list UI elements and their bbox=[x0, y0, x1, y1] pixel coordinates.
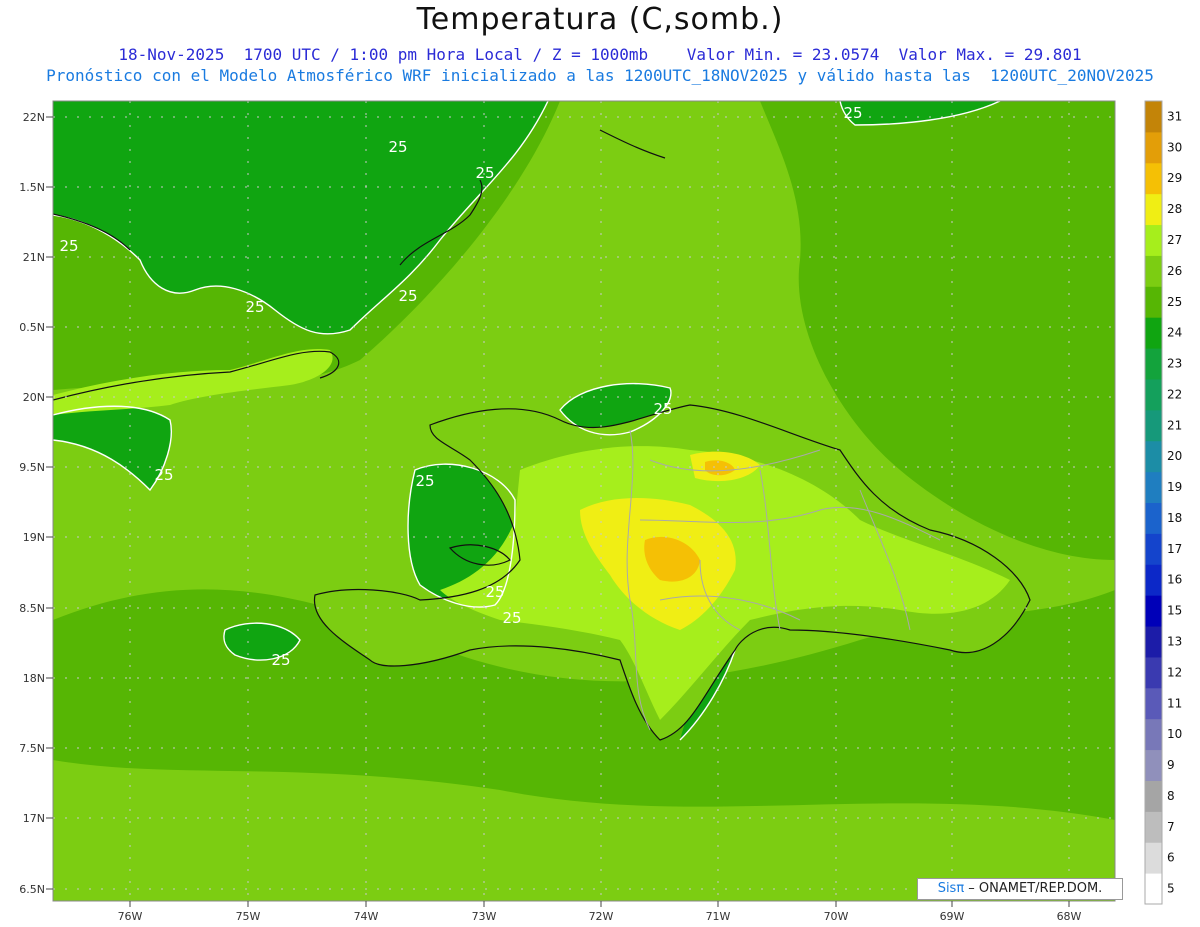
color-scale-label: 10 bbox=[1167, 727, 1182, 741]
color-scale-label: 27 bbox=[1167, 233, 1182, 247]
color-scale-swatch bbox=[1145, 811, 1162, 843]
color-scale-swatch bbox=[1145, 656, 1162, 689]
color-scale-label: 17 bbox=[1167, 542, 1182, 556]
color-scale-swatch bbox=[1145, 780, 1162, 812]
lat-tick-label: 20N bbox=[23, 391, 45, 404]
lon-tick-label: 71W bbox=[706, 910, 731, 923]
lon-tick-label: 74W bbox=[354, 910, 379, 923]
lat-tick-label: 17N bbox=[23, 812, 45, 825]
lat-tick-label: 9.5N bbox=[19, 461, 45, 474]
contour-label: 25 bbox=[59, 237, 78, 255]
color-scale-label: 5 bbox=[1167, 882, 1175, 896]
contour-label: 25 bbox=[271, 651, 290, 669]
contour-label: 25 bbox=[388, 138, 407, 156]
color-scale-label: 9 bbox=[1167, 758, 1175, 772]
lon-tick-label: 68W bbox=[1057, 910, 1082, 923]
contour-label: 25 bbox=[415, 472, 434, 490]
color-scale-label: 26 bbox=[1167, 264, 1182, 278]
color-scale-label: 25 bbox=[1167, 295, 1182, 309]
color-scale-label: 8 bbox=[1167, 789, 1175, 803]
longitude-axis: 76W 75W 74W 73W 72W 71W 70W 69W 68W bbox=[118, 901, 1082, 923]
color-scale-label: 31 bbox=[1167, 109, 1182, 123]
color-scale-label: 11 bbox=[1167, 696, 1182, 710]
color-scale-label: 29 bbox=[1167, 171, 1182, 185]
contour-label: 25 bbox=[154, 466, 173, 484]
color-scale-swatch bbox=[1145, 471, 1162, 503]
contour-label: 25 bbox=[398, 287, 417, 305]
color-scale-label: 21 bbox=[1167, 418, 1182, 432]
color-scale-swatch bbox=[1145, 440, 1162, 473]
color-scale-swatch bbox=[1145, 873, 1162, 905]
color-scale-swatch bbox=[1145, 842, 1162, 874]
color-scale-label: 22 bbox=[1167, 387, 1182, 401]
credit-box: Sisπ – ONAMET/REP.DOM. bbox=[917, 878, 1123, 900]
color-scale-swatch bbox=[1145, 409, 1162, 442]
color-scale-label: 12 bbox=[1167, 665, 1182, 679]
lon-tick-label: 76W bbox=[118, 910, 143, 923]
lat-tick-label: 1.5N bbox=[19, 181, 45, 194]
color-scale-swatch bbox=[1145, 317, 1162, 349]
color-scale-swatch bbox=[1145, 286, 1162, 318]
color-scale-label: 24 bbox=[1167, 326, 1182, 340]
color-scale-swatch bbox=[1145, 224, 1162, 256]
color-scale-label: 28 bbox=[1167, 202, 1182, 216]
lon-tick-label: 73W bbox=[472, 910, 497, 923]
temperature-field: 25 25 25 25 25 25 25 25 25 25 25 25 bbox=[53, 101, 1115, 901]
latitude-axis: 22N 1.5N 21N 0.5N 20N 9.5N 19N 8.5N 18N 7.5N 17N 6.… bbox=[19, 111, 53, 896]
color-scale-label: 18 bbox=[1167, 511, 1182, 525]
lon-tick-label: 72W bbox=[589, 910, 614, 923]
forecast-map: 252525252525 252525252525 22N1.5N21N0.5N2… bbox=[19, 100, 1182, 923]
lat-tick-label: 18N bbox=[23, 672, 45, 685]
color-scale-swatch bbox=[1145, 101, 1162, 133]
color-scale-label: 13 bbox=[1167, 634, 1182, 648]
contour-label: 25 bbox=[653, 400, 672, 418]
lon-tick-label: 69W bbox=[940, 910, 965, 923]
contour-label: 25 bbox=[475, 164, 494, 182]
color-scale-label: 15 bbox=[1167, 604, 1182, 618]
lat-tick-label: 19N bbox=[23, 531, 45, 544]
lat-tick-label: 0.5N bbox=[19, 321, 45, 334]
color-scale-swatch bbox=[1145, 502, 1162, 534]
color-scale-label: 6 bbox=[1167, 851, 1175, 865]
color-scale-swatch bbox=[1145, 255, 1162, 287]
color-scale-swatch bbox=[1145, 687, 1162, 720]
color-scale-swatch bbox=[1145, 533, 1162, 565]
lat-tick-label: 8.5N bbox=[19, 602, 45, 615]
color-scale-swatch bbox=[1145, 595, 1162, 627]
lat-tick-label: 22N bbox=[23, 111, 45, 124]
credit-brand: Sisπ bbox=[937, 881, 965, 896]
color-scale-label: 20 bbox=[1167, 449, 1182, 463]
color-scale-swatch bbox=[1145, 348, 1162, 380]
color-scale-swatch bbox=[1145, 718, 1162, 751]
color-scale-swatch bbox=[1145, 131, 1162, 164]
lon-tick-label: 75W bbox=[236, 910, 261, 923]
color-scale-swatch bbox=[1145, 162, 1162, 195]
contour-label: 25 bbox=[502, 609, 521, 627]
color-scale-label: 19 bbox=[1167, 480, 1182, 494]
credit-text: – ONAMET/REP.DOM. bbox=[964, 881, 1103, 896]
color-scale-label: 7 bbox=[1167, 820, 1175, 834]
color-scale-label: 16 bbox=[1167, 573, 1182, 587]
lat-tick-label: 21N bbox=[23, 251, 45, 264]
color-scale-swatch bbox=[1145, 626, 1162, 658]
lat-tick-label: 6.5N bbox=[19, 883, 45, 896]
color-scale-label: 30 bbox=[1167, 140, 1182, 154]
color-scale-swatch bbox=[1145, 749, 1162, 781]
lon-tick-label: 70W bbox=[824, 910, 849, 923]
contour-label: 25 bbox=[843, 104, 862, 122]
lat-tick-label: 7.5N bbox=[19, 742, 45, 755]
color-scale-swatch bbox=[1145, 378, 1162, 411]
color-scale-swatch bbox=[1145, 193, 1162, 226]
color-scale: 5 6 7 8 9 10 11 12 13 15 16 17 18 19 20 21 22 23 24 25 26 27 2… bbox=[1144, 100, 1182, 905]
contour-label: 25 bbox=[245, 298, 264, 316]
color-scale-swatch bbox=[1145, 564, 1162, 596]
color-scale-label: 23 bbox=[1167, 357, 1182, 371]
contour-label: 25 bbox=[485, 583, 504, 601]
